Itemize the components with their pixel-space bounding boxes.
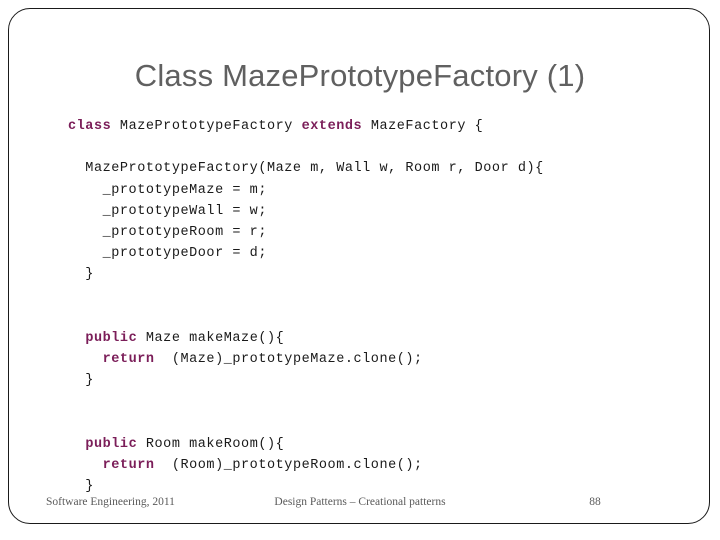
code-keyword: public bbox=[85, 436, 146, 452]
code-text: } bbox=[68, 373, 94, 389]
code-line: class MazePrototypeFactory extends MazeF… bbox=[68, 116, 678, 137]
code-text: MazePrototypeFactory(Maze m, Wall w, Roo… bbox=[68, 161, 544, 177]
code-line: } bbox=[68, 476, 678, 497]
code-text: (Room)_prototypeRoom.clone(); bbox=[163, 458, 423, 474]
footer-page-number: 88 bbox=[589, 496, 601, 508]
page-title: Class MazePrototypeFactory (1) bbox=[134, 58, 586, 93]
code-text: (Maze)_prototypeMaze.clone(); bbox=[163, 352, 423, 368]
code-text: _prototypeMaze = m; bbox=[68, 182, 267, 198]
code-line: MazePrototypeFactory(Maze m, Wall w, Roo… bbox=[68, 158, 678, 179]
code-text: Room makeRoom(){ bbox=[145, 436, 285, 452]
slide: Class MazePrototypeFactory (1) class Maz… bbox=[0, 0, 720, 540]
code-keyword: return bbox=[102, 458, 164, 474]
code-text: _prototypeDoor = d; bbox=[68, 246, 267, 262]
code-text: _prototypeWall = w; bbox=[68, 203, 267, 219]
code-text: MazeFactory { bbox=[370, 119, 484, 134]
code-keyword: return bbox=[102, 352, 164, 368]
code-line: return (Maze)_prototypeMaze.clone(); bbox=[68, 349, 678, 370]
code-line: _prototypeRoom = r; bbox=[68, 222, 678, 243]
code-listing: class MazePrototypeFactory extends MazeF… bbox=[68, 116, 678, 498]
slide-footer: Software Engineering, 2011 Design Patter… bbox=[0, 496, 720, 514]
code-keyword: extends bbox=[301, 119, 371, 134]
code-line: _prototypeMaze = m; bbox=[68, 180, 678, 201]
code-line: } bbox=[68, 264, 678, 285]
code-line: _prototypeWall = w; bbox=[68, 201, 678, 222]
code-keyword: class bbox=[68, 119, 120, 134]
code-text: } bbox=[68, 479, 94, 495]
code-text: MazePrototypeFactory bbox=[119, 119, 302, 134]
code-text: } bbox=[68, 267, 94, 283]
code-keyword: public bbox=[85, 330, 146, 346]
code-line: _prototypeDoor = d; bbox=[68, 243, 678, 264]
code-text: _prototypeRoom = r; bbox=[68, 225, 267, 240]
code-line: public Maze makeMaze(){ bbox=[68, 328, 678, 349]
code-text: Maze makeMaze(){ bbox=[145, 330, 285, 346]
code-line: return (Room)_prototypeRoom.clone(); bbox=[68, 455, 678, 476]
code-line: } bbox=[68, 370, 678, 391]
code-line: public Room makeRoom(){ bbox=[68, 434, 678, 455]
